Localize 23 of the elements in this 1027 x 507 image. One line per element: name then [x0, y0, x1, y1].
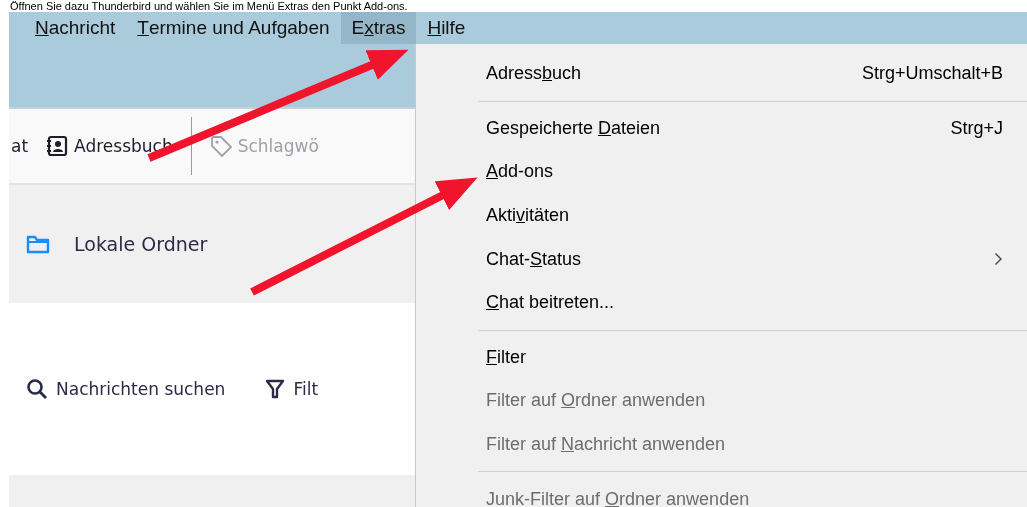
menu-item[interactable]: Adressbuch Strg+Umschalt+B — [416, 52, 1027, 96]
menu-title[interactable]: Termine und Aufgaben — [126, 12, 341, 44]
address-book-icon — [46, 135, 69, 157]
menu-title[interactable]: Extras — [340, 12, 417, 44]
filter-button[interactable]: Filt — [265, 378, 319, 400]
toolbar-button[interactable]: Adressbuch — [46, 135, 173, 157]
menu-title[interactable]: Hilfe — [416, 12, 477, 44]
filter-icon — [265, 378, 286, 400]
menu-item[interactable]: Filter — [416, 335, 1027, 380]
menu-item[interactable]: Chat-Status — [416, 237, 1027, 281]
menu-item[interactable]: Chat beitreten... — [416, 280, 1027, 325]
tag-icon — [209, 135, 232, 157]
menu-title[interactable]: Nachricht — [24, 12, 127, 44]
chevron-right-icon — [994, 252, 1003, 267]
search-button[interactable]: Nachrichten suchen — [26, 378, 226, 400]
caption-text: Öffnen Sie dazu Thunderbird und wählen Sie im Menü Extras den Punkt Add-ons. — [9, 0, 409, 12]
folder-icon — [26, 233, 50, 255]
toolbar-button[interactable]: at — [11, 136, 29, 156]
menu-item[interactable]: Gespeicherte Dateien Strg+J — [416, 106, 1027, 151]
menu-item[interactable]: Add-ons — [416, 150, 1027, 194]
folder-name[interactable]: Lokale Ordner — [74, 233, 208, 255]
menu-item[interactable]: Aktivitäten — [416, 193, 1027, 238]
search-icon — [26, 378, 48, 400]
